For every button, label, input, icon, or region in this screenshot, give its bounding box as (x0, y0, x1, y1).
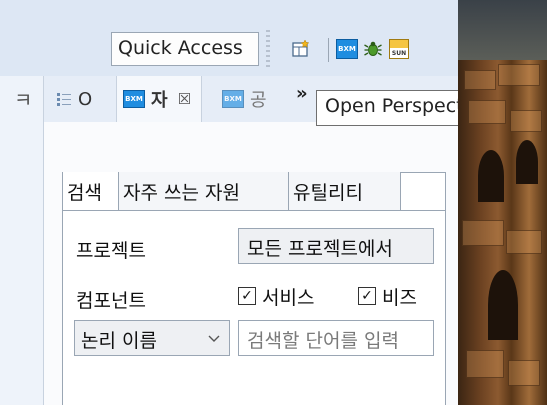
photo-sky (458, 0, 547, 60)
tab-favorites[interactable]: 자주 쓰는 자원 (119, 172, 289, 210)
bxm-perspective-button[interactable]: BXM (336, 38, 358, 60)
tab-favorites-label: 자주 쓰는 자원 (123, 181, 240, 204)
photo-stone (464, 70, 496, 90)
photo-stone (466, 350, 504, 378)
tab-outline[interactable]: O (56, 76, 92, 122)
checkbox-checked-icon: ✓ (238, 287, 256, 305)
name-type-select-value: 논리 이름 (81, 330, 157, 352)
main-toolbar: Quick Access BXM SUN (0, 0, 458, 76)
debug-perspective-button[interactable] (362, 38, 384, 60)
panel-tab-divider (62, 210, 446, 211)
biz-checkbox[interactable]: ✓ 비즈 (358, 284, 417, 309)
service-checkbox[interactable]: ✓ 서비스 (238, 284, 315, 309)
toolbar-grip[interactable] (266, 30, 270, 68)
name-type-select[interactable]: 논리 이름 (74, 320, 230, 356)
quick-access-field[interactable]: Quick Access (111, 32, 259, 66)
tab-outline-label: O (78, 88, 93, 110)
tab-search-label: 검색 (67, 181, 102, 204)
tab-bxm-2-label: 공 (250, 90, 267, 111)
open-perspective-icon (292, 39, 310, 57)
photo-stone (468, 100, 506, 124)
tab-utility-label: 유틸리티 (293, 181, 363, 204)
checkbox-checked-icon: ✓ (358, 287, 376, 305)
left-view-tab-fragment[interactable]: ㅋ (14, 84, 32, 113)
bxm-icon: BXM (123, 90, 145, 108)
chevron-down-icon (208, 335, 220, 342)
photo-arch (488, 270, 518, 340)
left-view-edge (0, 76, 44, 405)
tab-bxm-active-label: 자 (151, 90, 168, 111)
service-checkbox-label: 서비스 (262, 286, 315, 309)
tab-search[interactable]: 검색 (63, 172, 119, 210)
bxm-perspective-icon: BXM (336, 39, 358, 59)
photo-stone (498, 64, 540, 86)
chevron-overflow-icon: » (296, 82, 308, 104)
close-tab-icon[interactable]: ☒ (178, 90, 191, 108)
photo-stone (510, 110, 542, 132)
sun-icon-label: SUN (391, 50, 407, 57)
sun-perspective-icon: SUN (389, 39, 409, 59)
open-perspective-button[interactable] (290, 38, 312, 60)
tab-bxm-2[interactable]: BXM 공 (222, 76, 267, 122)
project-label: 프로젝트 (76, 240, 146, 262)
sun-perspective-button[interactable]: SUN (388, 38, 410, 60)
tab-overflow-button[interactable]: » (296, 70, 308, 116)
search-input[interactable]: 검색할 단어를 입력 (238, 320, 434, 356)
debug-bug-icon (364, 41, 382, 56)
tab-utility[interactable]: 유틸리티 (289, 172, 401, 210)
outline-icon (57, 93, 71, 106)
photo-stone (506, 230, 542, 254)
photo-arch (478, 150, 504, 202)
bxm-icon: BXM (222, 90, 244, 108)
photo-stone (462, 220, 504, 246)
project-select[interactable]: 모든 프로젝트에서 (238, 228, 434, 264)
biz-checkbox-label: 비즈 (382, 286, 417, 309)
toolbar-separator (328, 38, 329, 62)
check-mark-glyph: ✓ (241, 288, 253, 304)
photo-stone (508, 360, 540, 386)
check-mark-glyph: ✓ (361, 288, 373, 304)
ide-window: Quick Access BXM SUN ㅋ O BXM 자 ☒ BXM 공 »… (0, 0, 547, 405)
tab-bxm-active[interactable]: BXM 자 ☒ (116, 76, 203, 122)
desktop-background-photo (458, 0, 547, 405)
photo-arch (516, 140, 538, 184)
component-label: 컴포넌트 (76, 290, 146, 312)
